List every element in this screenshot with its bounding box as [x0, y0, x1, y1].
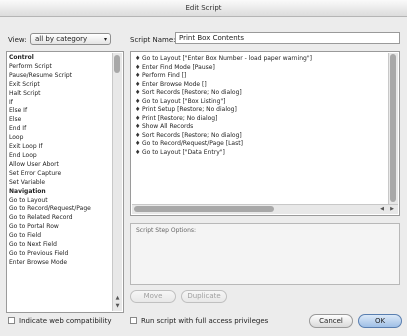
step-item[interactable]: Exit Loop If — [9, 143, 111, 152]
script-line-text: Perform Find [] — [142, 72, 187, 80]
drag-handle-icon[interactable]: ♦ — [135, 81, 142, 90]
drag-handle-icon[interactable]: ♦ — [135, 149, 142, 158]
script-line[interactable]: ♦ Go to Record/Request/Page [Last] — [135, 140, 385, 149]
script-line[interactable]: ♦ Perform Find [] — [135, 72, 385, 81]
drag-handle-icon[interactable]: ♦ — [135, 64, 142, 73]
script-line-text: Enter Find Mode [Pause] — [142, 63, 215, 71]
script-hscrollbar[interactable]: ◀ ▶ — [132, 204, 398, 214]
step-item[interactable]: Set Variable — [9, 179, 111, 188]
script-line-text: Go to Layout ["Data Entry"] — [142, 149, 225, 157]
drag-handle-icon[interactable]: ♦ — [135, 72, 142, 81]
ok-button[interactable]: OK — [358, 314, 402, 328]
script-line-text: Go to Layout ["Enter Box Number - load p… — [142, 55, 312, 62]
script-line[interactable]: ♦ Enter Find Mode [Pause] — [135, 64, 385, 73]
script-line-text: Go to Layout ["Box Listing"] — [142, 97, 226, 105]
drag-handle-icon[interactable]: ♦ — [135, 55, 142, 64]
full-access-checkbox[interactable] — [130, 317, 137, 324]
drag-handle-icon[interactable]: ♦ — [135, 115, 142, 124]
window-title-bar: Edit Script — [0, 0, 407, 17]
scroll-up-icon[interactable]: ▲ — [113, 295, 122, 301]
options-label: Script Step Options: — [136, 227, 197, 234]
script-step-options-box: Script Step Options: — [130, 223, 400, 285]
step-item[interactable]: Else — [9, 116, 111, 125]
script-line[interactable]: ♦ Print Setup [Restore; No dialog] — [135, 106, 385, 115]
drag-handle-icon[interactable]: ♦ — [135, 123, 142, 132]
step-item[interactable]: Perform Script — [9, 63, 111, 72]
step-item[interactable]: Enter Browse Mode — [9, 259, 111, 268]
drag-handle-icon[interactable]: ♦ — [135, 106, 142, 115]
step-item[interactable]: Else If — [9, 107, 111, 116]
step-item[interactable]: Allow User Abort — [9, 161, 111, 170]
step-item[interactable]: Halt Script — [9, 90, 111, 99]
script-line-text: Print Setup [Restore; No dialog] — [142, 106, 237, 114]
script-editor[interactable]: ♦ Go to Layout ["Enter Box Number - load … — [130, 51, 400, 216]
script-line-text: Go to Record/Request/Page [Last] — [142, 140, 243, 148]
scroll-left-icon[interactable]: ◀ — [380, 205, 384, 214]
step-category[interactable]: Control — [9, 54, 111, 63]
web-compatibility-label: Indicate web compatibility — [19, 317, 112, 325]
dialog-panel: View: all by category ▾ Script Name: Pri… — [0, 17, 407, 336]
full-access-label: Run script with full access privileges — [141, 317, 269, 325]
step-item[interactable]: Go to Portal Row — [9, 223, 111, 232]
step-item[interactable]: Exit Script — [9, 81, 111, 90]
script-line[interactable]: ♦ Enter Browse Mode [] — [135, 81, 385, 90]
script-line[interactable]: ♦ Sort Records [Restore; No dialog] — [135, 89, 385, 98]
cancel-button[interactable]: Cancel — [309, 314, 353, 328]
script-hscroll-thumb[interactable] — [134, 206, 274, 212]
view-select-value: all by category — [35, 35, 88, 43]
drag-handle-icon[interactable]: ♦ — [135, 89, 142, 98]
step-item[interactable]: Go to Layout — [9, 197, 111, 206]
step-item[interactable]: If — [9, 99, 111, 108]
script-steps-items: Control Perform Script Pause/Resume Script… — [9, 54, 111, 268]
step-item[interactable]: End Loop — [9, 152, 111, 161]
script-line[interactable]: ♦ Go to Layout ["Box Listing"] — [135, 98, 385, 107]
script-line-text: Sort Records [Restore; No dialog] — [142, 89, 242, 97]
view-label: View: — [8, 36, 27, 44]
steps-scrollbar[interactable]: ▲ ▼ — [112, 53, 122, 311]
script-line-text: Print [Restore; No dialog] — [142, 114, 218, 122]
script-steps-list[interactable]: Control Perform Script Pause/Resume Script… — [6, 51, 124, 313]
script-lines: ♦ Go to Layout ["Enter Box Number - load … — [135, 55, 385, 158]
step-item[interactable]: Pause/Resume Script — [9, 72, 111, 81]
script-line-text: Enter Browse Mode [] — [142, 80, 207, 88]
drag-handle-icon[interactable]: ♦ — [135, 132, 142, 141]
step-item[interactable]: Set Error Capture — [9, 170, 111, 179]
scroll-right-icon[interactable]: ▶ — [390, 205, 394, 214]
steps-scroll-thumb[interactable] — [114, 55, 120, 73]
script-scroll-thumb[interactable] — [390, 54, 396, 202]
script-line-text: Sort Records [Restore; No dialog] — [142, 131, 242, 139]
move-button[interactable]: Move — [130, 290, 176, 303]
step-item[interactable]: Loop — [9, 134, 111, 143]
step-category[interactable]: Navigation — [9, 188, 111, 197]
script-line-text: Show All Records — [142, 123, 194, 131]
script-name-value: Print Box Contents — [179, 34, 245, 42]
web-compatibility-checkbox[interactable] — [8, 317, 15, 324]
step-item[interactable]: Go to Field — [9, 232, 111, 241]
step-item[interactable]: End If — [9, 125, 111, 134]
script-line[interactable]: ♦ Show All Records — [135, 123, 385, 132]
drag-handle-icon[interactable]: ♦ — [135, 98, 142, 107]
script-name-input[interactable]: Print Box Contents — [175, 32, 400, 44]
window-title: Edit Script — [185, 4, 222, 12]
script-name-label: Script Name: — [130, 36, 176, 44]
script-line[interactable]: ♦ Go to Layout ["Enter Box Number - load … — [135, 55, 385, 64]
script-line[interactable]: ♦ Go to Layout ["Data Entry"] — [135, 149, 385, 158]
view-select[interactable]: all by category ▾ — [30, 33, 111, 45]
script-vscrollbar[interactable] — [388, 53, 398, 205]
step-item[interactable]: Go to Record/Request/Page — [9, 205, 111, 214]
scroll-down-icon[interactable]: ▼ — [113, 303, 122, 309]
duplicate-button[interactable]: Duplicate — [181, 290, 227, 303]
script-line[interactable]: ♦ Sort Records [Restore; No dialog] — [135, 132, 385, 141]
chevron-updown-icon: ▾ — [103, 36, 107, 43]
step-item[interactable]: Go to Related Record — [9, 214, 111, 223]
step-item[interactable]: Go to Previous Field — [9, 250, 111, 259]
step-item[interactable]: Go to Next Field — [9, 241, 111, 250]
drag-handle-icon[interactable]: ♦ — [135, 140, 142, 149]
script-line[interactable]: ♦ Print [Restore; No dialog] — [135, 115, 385, 124]
